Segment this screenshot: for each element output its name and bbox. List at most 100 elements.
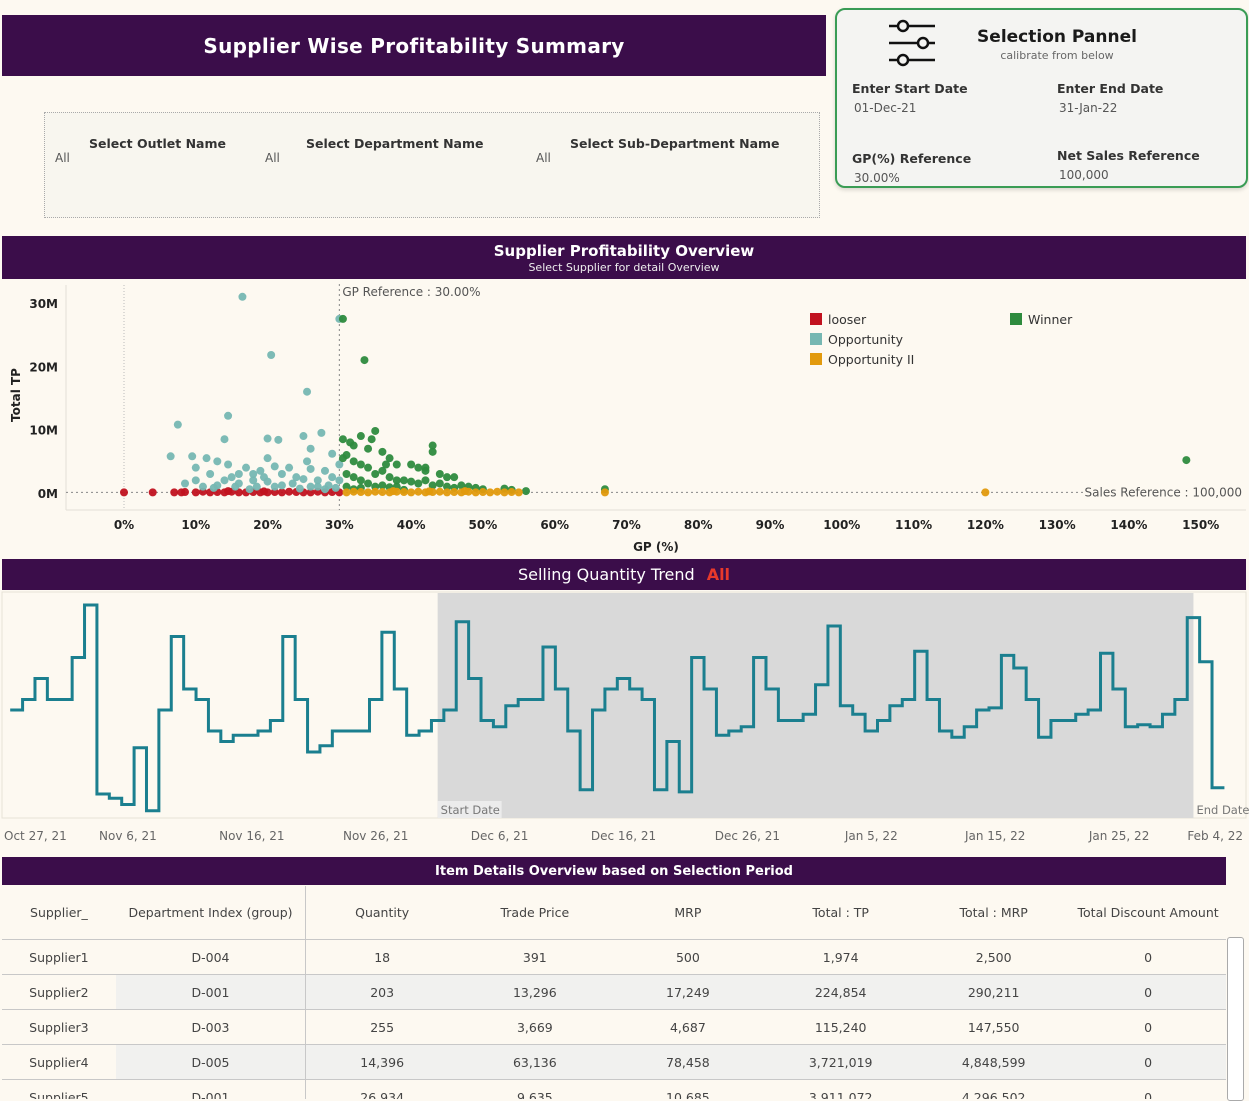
table-cell: 2,500	[917, 939, 1071, 975]
scatter-point	[421, 463, 430, 472]
y-tick-label: 10M	[29, 424, 58, 438]
overview-header: Supplier Profitability Overview Select S…	[2, 236, 1246, 279]
table-cell: 0	[1070, 974, 1226, 1010]
table-row[interactable]: Supplier1 D-004 18 391 500 1,974 2,500 0	[2, 939, 1226, 975]
table-cell: 3,721,019	[764, 1044, 918, 1080]
table-cell: D-004	[115, 939, 306, 975]
table-cell: 4,296,502	[917, 1079, 1071, 1099]
table-row[interactable]: Supplier3 D-003 255 3,669 4,687 115,240 147,55…	[2, 1009, 1226, 1045]
column-header-total-mrp[interactable]: Total : MRP	[917, 886, 1071, 940]
column-header-total-tp[interactable]: Total : TP	[764, 886, 918, 940]
scatter-point	[313, 482, 322, 491]
scatter-point	[224, 487, 233, 496]
scatter-point	[364, 488, 373, 497]
table-cell: 224,854	[764, 974, 918, 1010]
gp-reference-input[interactable]: 30.00%	[854, 171, 900, 185]
column-header-supplier[interactable]: Supplier_	[2, 886, 116, 940]
table-cell: 3,911,072	[764, 1079, 918, 1099]
table-cell: 500	[611, 939, 765, 975]
subdepartment-filter-dropdown[interactable]: All	[536, 151, 551, 165]
scatter-point	[521, 487, 530, 496]
start-date-input[interactable]: 01-Dec-21	[854, 101, 916, 115]
scatter-point	[306, 444, 315, 453]
profitability-scatter-chart[interactable]: 0% 10% 20% 30% 40% 50% 60% 70% 80% 90% 100% 110% 120…	[0, 280, 1249, 558]
table-row[interactable]: Supplier2 D-001 203 13,296 17,249 224,854 290,…	[2, 974, 1226, 1010]
scatter-point	[407, 488, 416, 497]
scatter-point	[328, 473, 337, 482]
item-details-table: Supplier_ Department Index (group) Quant…	[2, 886, 1226, 1099]
table-cell: 0	[1070, 1009, 1226, 1045]
scatter-point	[378, 488, 387, 497]
scatter-point	[288, 479, 297, 488]
start-date-marker-label: Start Date	[441, 803, 500, 817]
x-tick-label: Nov 6, 21	[99, 829, 157, 843]
table-cell: D-001	[115, 974, 306, 1010]
scatter-point	[399, 488, 408, 497]
column-header-trade-price[interactable]: Trade Price	[458, 886, 612, 940]
scatter-point	[1182, 456, 1191, 465]
x-tick-label: Nov 26, 21	[343, 829, 408, 843]
column-header-total-discount[interactable]: Total Discount Amount	[1070, 886, 1226, 940]
column-header-mrp[interactable]: MRP	[611, 886, 765, 940]
table-cell: 26,934	[305, 1079, 459, 1099]
end-date-input[interactable]: 31-Jan-22	[1059, 101, 1117, 115]
scatter-point	[245, 485, 254, 494]
scatter-point	[435, 470, 444, 479]
scatter-point	[471, 488, 480, 497]
scatter-point	[371, 470, 380, 479]
table-cell: 391	[458, 939, 612, 975]
x-tick-label: Dec 26, 21	[715, 829, 780, 843]
legend-swatch	[810, 353, 822, 365]
department-filter-dropdown[interactable]: All	[265, 151, 280, 165]
scatter-point	[191, 476, 200, 485]
x-tick-label: 30%	[325, 518, 354, 532]
scatter-point	[263, 434, 272, 443]
selling-quantity-trend-chart[interactable]: Start Date End Date Oct 27, 21 Nov 6, 21 Nov…	[0, 590, 1249, 850]
table-row[interactable]: Supplier5 D-001 26,934 9,635 10,685 3,911,072…	[2, 1079, 1226, 1099]
scatter-point	[249, 470, 258, 479]
outlet-filter-dropdown[interactable]: All	[55, 151, 70, 165]
table-cell: Supplier5	[2, 1079, 116, 1099]
scatter-point	[425, 487, 434, 496]
scatter-point	[443, 473, 452, 482]
table-scrollbar[interactable]	[1227, 937, 1244, 1101]
scatter-point	[407, 477, 416, 486]
net-sales-reference-input[interactable]: 100,000	[1059, 168, 1109, 182]
table-cell: 13,296	[458, 974, 612, 1010]
scatter-point	[600, 488, 609, 497]
scatter-point	[338, 314, 347, 323]
x-tick-label: Jan 15, 22	[964, 829, 1025, 843]
x-tick-label: 90%	[756, 518, 785, 532]
table-cell: Supplier4	[2, 1044, 116, 1080]
scatter-point	[148, 488, 157, 497]
scatter-point	[166, 452, 175, 461]
scatter-point	[191, 463, 200, 472]
scatter-point	[295, 484, 304, 493]
column-header-quantity[interactable]: Quantity	[305, 886, 459, 940]
legend-label: looser	[828, 312, 867, 327]
scatter-point	[238, 292, 247, 301]
table-header-row: Supplier_ Department Index (group) Quant…	[2, 886, 1226, 940]
scatter-point	[303, 387, 312, 396]
x-tick-label: 40%	[397, 518, 426, 532]
scatter-point	[364, 463, 373, 472]
x-tick-label: 10%	[181, 518, 210, 532]
scatter-point	[381, 460, 390, 469]
scatter-point	[486, 488, 495, 497]
table-cell: 4,848,599	[917, 1044, 1071, 1080]
table-cell: 17,249	[611, 974, 765, 1010]
scatter-point	[188, 452, 197, 461]
sliders-icon	[889, 19, 935, 67]
table-row[interactable]: Supplier4 D-005 14,396 63,136 78,458 3,721,01…	[2, 1044, 1226, 1080]
scatter-point	[252, 482, 261, 491]
legend-swatch	[1010, 313, 1022, 325]
scatter-point	[206, 470, 215, 479]
overview-title: Supplier Profitability Overview	[493, 242, 755, 260]
sales-reference-label: Sales Reference : 100,000	[1085, 485, 1242, 499]
column-header-department[interactable]: Department Index (group)	[115, 886, 306, 940]
scatter-point	[342, 470, 351, 479]
trend-header: Selling Quantity Trend All	[2, 559, 1246, 590]
legend-label: Opportunity	[828, 332, 904, 347]
scatter-point	[227, 473, 236, 482]
scatter-point	[338, 435, 347, 444]
